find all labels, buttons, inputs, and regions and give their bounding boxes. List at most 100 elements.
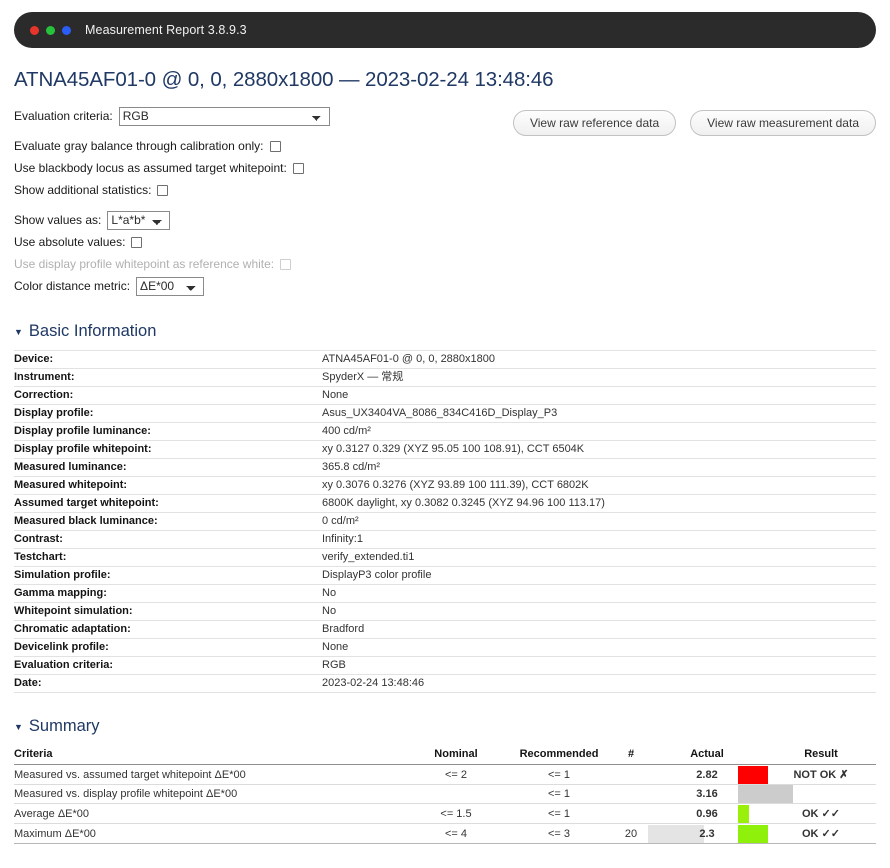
info-value: SpyderX — 常规 (318, 368, 876, 387)
delta-e-bar (738, 765, 768, 784)
delta-e-bar (738, 804, 749, 823)
info-key: Devicelink profile: (14, 638, 318, 657)
window-controls (30, 25, 71, 35)
summary-bar-cell (738, 823, 768, 844)
table-row: Chromatic adaptation: Bradford (14, 620, 876, 639)
evaluate-gray-balance-label: Evaluate gray balance through calibratio… (14, 139, 264, 153)
summary-actual: 2.82 (676, 764, 738, 785)
summary-count-bar (648, 803, 676, 824)
display-profile-whitepoint-label: Use display profile whitepoint as refere… (14, 257, 275, 271)
summary-table: Criteria Nominal Recommended # Actual Re… (14, 745, 876, 844)
summary-bar-cell (738, 784, 793, 804)
raw-data-buttons: View raw reference data View raw measure… (484, 106, 876, 136)
info-key: Contrast: (14, 530, 318, 549)
summary-header[interactable]: ▼ Summary (14, 717, 876, 736)
info-key: Display profile luminance: (14, 422, 318, 441)
table-row: Contrast: Infinity:1 (14, 530, 876, 549)
info-value: None (318, 638, 876, 657)
summary-actual: 2.3 (676, 823, 738, 844)
status-badge: OK ✓✓ (766, 823, 876, 844)
show-values-as-label: Show values as: (14, 213, 102, 227)
summary-title: Summary (28, 717, 100, 735)
summary-recommended: <= 1 (504, 784, 614, 804)
red-dot-icon[interactable] (30, 25, 39, 35)
additional-statistics-row[interactable]: Show additional statistics: (14, 180, 484, 200)
chevron-down-icon[interactable]: ▼ (14, 723, 23, 732)
color-distance-metric-select[interactable]: ΔE*00 (136, 276, 205, 296)
info-value: verify_extended.ti1 (318, 548, 876, 567)
info-value: No (318, 602, 876, 621)
absolute-values-checkbox[interactable] (131, 236, 143, 248)
info-value: xy 0.3076 0.3276 (XYZ 93.89 100 111.39),… (318, 476, 876, 495)
info-key: Measured black luminance: (14, 512, 318, 531)
info-key: Chromatic adaptation: (14, 620, 318, 639)
display-profile-whitepoint-row: Use display profile whitepoint as refere… (14, 254, 484, 274)
page-title: ATNA45AF01-0 @ 0, 0, 2880x1800 — 2023-02… (14, 68, 554, 91)
info-value: Bradford (318, 620, 876, 639)
summary-criteria: Maximum ΔE*00 (14, 823, 408, 844)
evaluate-gray-balance-row[interactable]: Evaluate gray balance through calibratio… (14, 136, 484, 156)
evaluate-gray-balance-checkbox[interactable] (269, 140, 281, 152)
table-row: Measured whitepoint: xy 0.3076 0.3276 (XY… (14, 476, 876, 495)
blue-dot-icon[interactable] (62, 25, 71, 35)
table-row: Measured vs. display profile whitepoint … (14, 784, 876, 804)
summary-count (614, 784, 648, 804)
summary-col-bar (738, 745, 766, 765)
summary-recommended: <= 3 (504, 823, 614, 844)
window-titlebar: Measurement Report 3.8.9.3 (14, 12, 876, 48)
table-row: Whitepoint simulation: No (14, 602, 876, 621)
info-key: Whitepoint simulation: (14, 602, 318, 621)
info-key: Testchart: (14, 548, 318, 567)
info-key: Display profile: (14, 404, 318, 423)
info-value: ATNA45AF01-0 @ 0, 0, 2880x1800 (318, 350, 876, 369)
green-dot-icon[interactable] (46, 25, 55, 35)
table-row: Display profile: Asus_UX3404VA_8086_834C4… (14, 404, 876, 423)
summary-nominal: <= 4 (408, 823, 504, 844)
view-raw-reference-data-button[interactable]: View raw reference data (512, 110, 677, 136)
basic-information-header[interactable]: ▼ Basic Information (14, 322, 876, 341)
absolute-values-row[interactable]: Use absolute values: (14, 232, 484, 252)
blackbody-locus-checkbox[interactable] (292, 162, 304, 174)
table-row: Devicelink profile: None (14, 638, 876, 657)
summary-nominal: <= 2 (408, 764, 504, 785)
summary-col-actual: Actual (676, 745, 738, 765)
info-value: 0 cd/m² (318, 512, 876, 531)
summary-actual: 3.16 (676, 784, 738, 804)
info-key: Evaluation criteria: (14, 656, 318, 675)
summary-nominal (408, 784, 504, 804)
additional-statistics-checkbox[interactable] (157, 184, 169, 196)
blackbody-locus-row[interactable]: Use blackbody locus as assumed target wh… (14, 158, 484, 178)
summary-col-recommended: Recommended (504, 745, 614, 765)
summary-count (614, 764, 648, 785)
summary-count-bar (648, 764, 676, 785)
table-row: Measured black luminance: 0 cd/m² (14, 512, 876, 531)
summary-criteria: Measured vs. assumed target whitepoint Δ… (14, 764, 408, 785)
display-profile-whitepoint-checkbox (280, 258, 292, 270)
info-value: Infinity:1 (318, 530, 876, 549)
view-raw-measurement-data-button[interactable]: View raw measurement data (690, 110, 876, 136)
summary-recommended: <= 1 (504, 803, 614, 824)
table-row: Gamma mapping: No (14, 584, 876, 603)
summary-actual: 0.96 (676, 803, 738, 824)
blackbody-locus-label: Use blackbody locus as assumed target wh… (14, 161, 287, 175)
summary-header-row: Criteria Nominal Recommended # Actual Re… (14, 745, 876, 765)
basic-information-table: Device: ATNA45AF01-0 @ 0, 0, 2880x1800 Ins… (14, 350, 876, 693)
info-key: Correction: (14, 386, 318, 405)
chevron-down-icon[interactable]: ▼ (14, 328, 23, 337)
summary-bar-cell (738, 803, 766, 824)
status-badge (766, 784, 876, 804)
table-row: Average ΔE*00 <= 1.5 <= 1 0.96 OK ✓✓ (14, 803, 876, 824)
info-value: 6800K daylight, xy 0.3082 0.3245 (XYZ 94… (318, 494, 876, 513)
summary-col-result: Result (766, 745, 876, 765)
show-values-as-row: Show values as: L*a*b* (14, 210, 484, 230)
status-badge: NOT OK ✗ (766, 764, 876, 785)
evaluation-criteria-select[interactable]: RGB (118, 106, 330, 126)
table-row: Testchart: verify_extended.ti1 (14, 548, 876, 567)
info-value: RGB (318, 656, 876, 675)
show-values-as-select[interactable]: L*a*b* (107, 210, 171, 230)
table-row: Simulation profile: DisplayP3 color profi… (14, 566, 876, 585)
summary-bar-cell (738, 764, 768, 785)
info-key: Measured whitepoint: (14, 476, 318, 495)
summary-criteria: Measured vs. display profile whitepoint … (14, 784, 408, 804)
info-value: 2023-02-24 13:48:46 (318, 674, 876, 693)
